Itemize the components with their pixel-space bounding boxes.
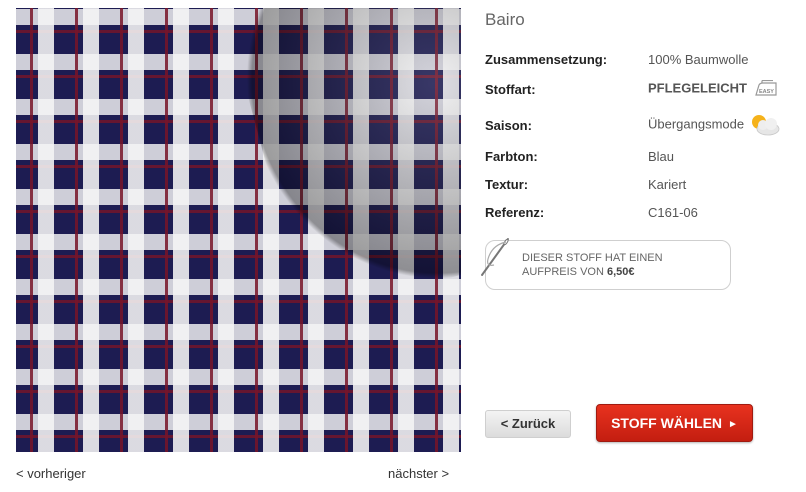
attr-value-season: Übergangsmode: [648, 112, 782, 138]
attr-label-reference: Referenz:: [485, 205, 545, 220]
season-text: Übergangsmode: [648, 116, 745, 132]
choose-fabric-label: STOFF WÄHLEN: [611, 415, 723, 431]
surcharge-notice: DIESER STOFF HAT EINEN AUFPREIS VON 6,50…: [481, 238, 731, 290]
fabric-fold-shading: [224, 8, 461, 317]
sun-cloud-icon: [752, 115, 780, 136]
surcharge-line1: DIESER STOFF HAT EINEN: [522, 252, 663, 264]
arrow-right-icon: ►: [728, 419, 738, 430]
choose-fabric-button[interactable]: STOFF WÄHLEN ►: [596, 404, 753, 442]
attr-label-fabric-type: Stoffart:: [485, 82, 536, 97]
fabric-type-text: PFLEGELEICHT: [648, 80, 747, 96]
surcharge-price: 6,50€: [606, 266, 635, 278]
fabric-swatch-image: [16, 8, 461, 452]
surcharge-line2-prefix: AUFPREIS VON: [522, 266, 607, 278]
back-button[interactable]: < Zurück: [485, 410, 571, 438]
attr-value-fabric-type: PFLEGELEICHT EASY: [648, 80, 779, 98]
product-title: Bairo: [485, 10, 525, 29]
attr-label-composition: Zusammensetzung:: [485, 52, 608, 67]
attr-label-season: Saison:: [485, 118, 532, 133]
attr-value-composition: 100% Baumwolle: [648, 52, 749, 67]
attr-label-color: Farbton:: [485, 149, 538, 164]
surcharge-text: DIESER STOFF HAT EINEN AUFPREIS VON 6,50…: [522, 251, 663, 279]
needle-thread-icon: [481, 238, 509, 276]
easy-label: EASY: [759, 89, 774, 95]
attr-value-color: Blau: [648, 149, 675, 164]
attr-value-texture: Kariert: [648, 177, 687, 192]
easy-care-iron-icon: EASY: [755, 80, 777, 96]
attr-value-reference: C161-06: [648, 205, 698, 220]
attr-label-texture: Textur:: [485, 177, 529, 192]
next-link[interactable]: nächster >: [388, 466, 449, 481]
previous-link[interactable]: < vorheriger: [16, 466, 86, 481]
